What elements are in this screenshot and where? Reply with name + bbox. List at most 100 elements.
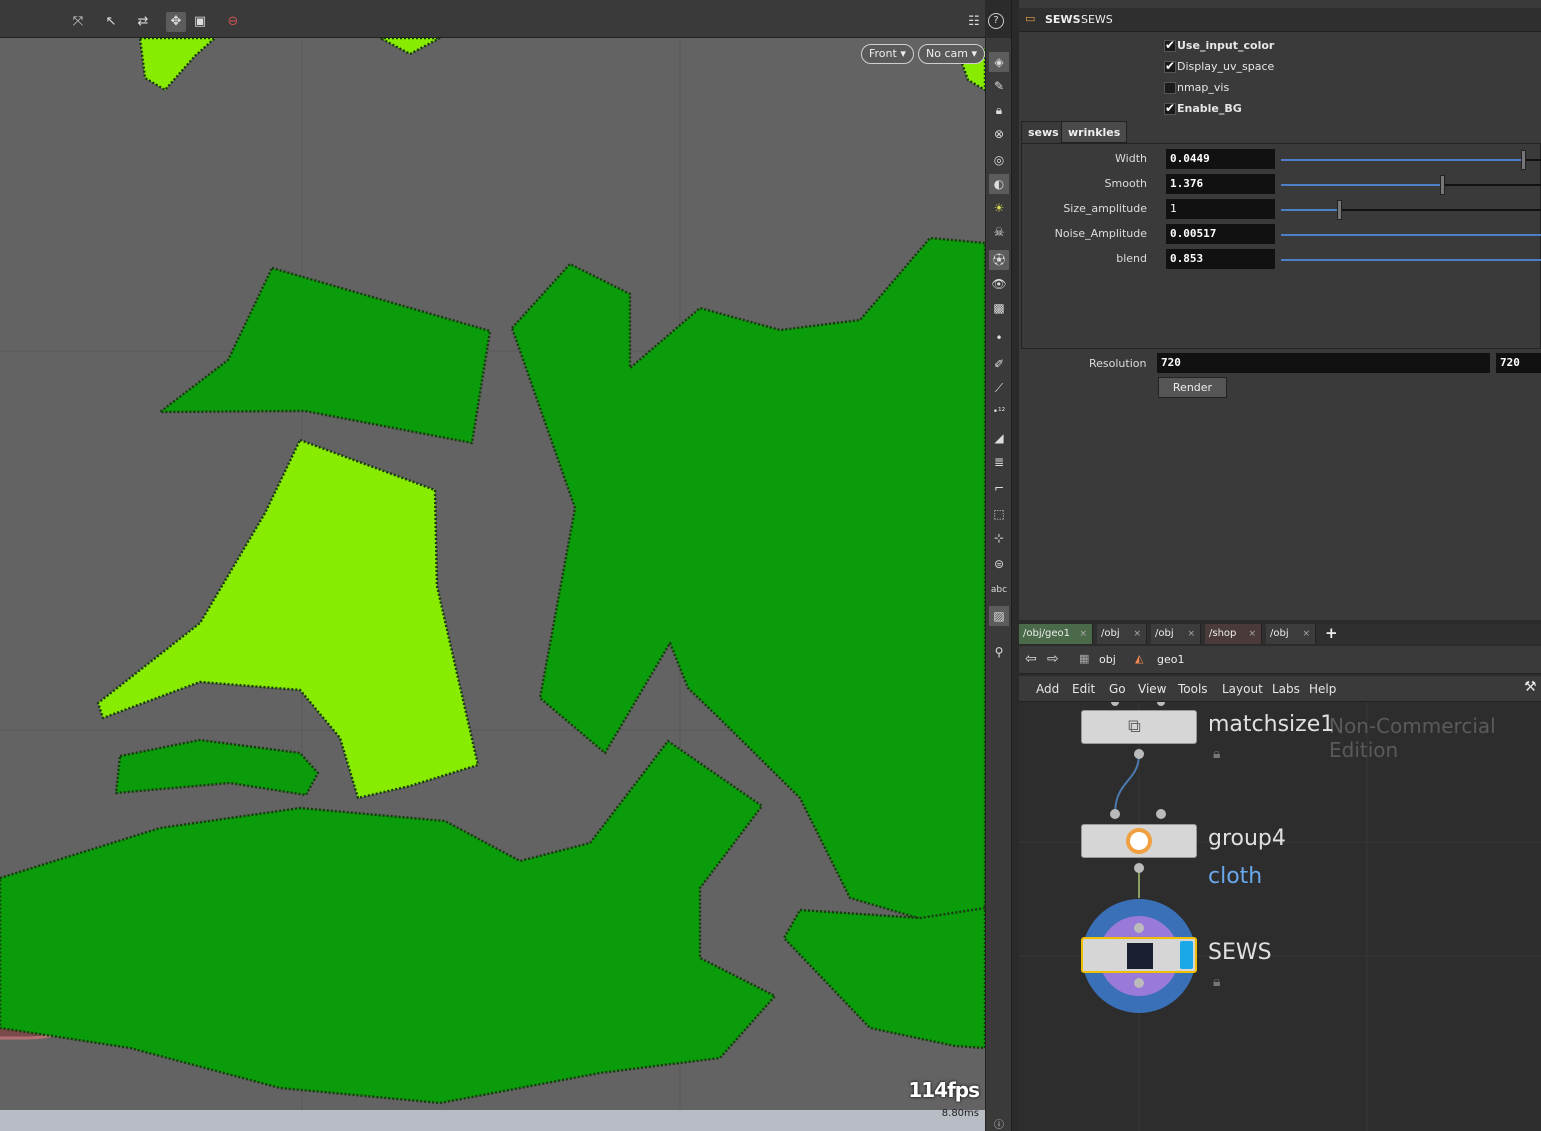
parameter-header: ▭ SEWS SEWS <box>1019 8 1541 32</box>
forward-arrow-icon[interactable]: ⇨ <box>1047 651 1059 667</box>
info-icon[interactable]: ⓘ <box>989 1116 1009 1131</box>
bbox-icon[interactable]: ⬚ <box>989 504 1009 524</box>
eraser-icon[interactable]: ◢ <box>989 428 1009 448</box>
select-pose-icon[interactable]: ⤧ <box>68 12 88 32</box>
point-icon[interactable]: • <box>989 328 1009 348</box>
handle-icon[interactable]: ⊹ <box>989 528 1009 548</box>
wireframe-icon[interactable]: ✎ <box>989 76 1009 96</box>
display-flag[interactable] <box>1180 941 1193 969</box>
menu-labs[interactable]: Labs <box>1272 682 1300 696</box>
close-tab-icon[interactable]: × <box>1302 624 1310 644</box>
camera-icon[interactable]: ▩ <box>989 298 1009 318</box>
close-tab-icon[interactable]: × <box>1248 624 1256 644</box>
node-matchsize1[interactable]: ⧉ <box>1081 710 1197 744</box>
cloth-piece-back <box>0 739 777 1105</box>
render-button[interactable]: Render <box>1158 377 1227 398</box>
display-icon[interactable]: ▣ <box>190 12 210 32</box>
blend-field[interactable]: 0.853 <box>1166 249 1275 269</box>
checkbox-nmap-vis[interactable] <box>1164 82 1176 94</box>
node-sews[interactable] <box>1081 937 1197 973</box>
viewport-status-bar: 8.80ms <box>0 1108 985 1131</box>
eye-icon[interactable]: 👁︎ <box>989 274 1009 294</box>
select-arrow-icon[interactable]: ↖ <box>101 12 121 32</box>
sphere-icon[interactable]: ◎ <box>989 150 1009 170</box>
non-commercial-watermark: Non-Commercial Edition <box>1329 714 1496 762</box>
add-tab-button[interactable]: + <box>1325 624 1338 642</box>
tab-label: /obj <box>1155 628 1174 639</box>
tab-sews[interactable]: sews <box>1021 121 1066 143</box>
tab-obj-geo1[interactable]: /obj/geo1 × <box>1019 624 1093 644</box>
close-circle-icon[interactable]: ⊗ <box>989 124 1009 144</box>
network-editor[interactable]: Non-Commercial Edition ⧉ matchsize1 🔒︎ g… <box>1019 702 1541 1131</box>
tab-obj[interactable]: /obj × <box>1151 624 1201 644</box>
checkbox-display-uv-space[interactable] <box>1164 59 1176 73</box>
stack-icon[interactable]: ≣ <box>989 452 1009 472</box>
menu-layout[interactable]: Layout <box>1222 682 1263 696</box>
size-amplitude-field[interactable]: 1 <box>1166 199 1275 219</box>
width-field[interactable]: 0.0449 <box>1166 149 1275 169</box>
pin-icon[interactable]: ⚲ <box>989 642 1009 662</box>
width-slider[interactable] <box>1281 150 1541 170</box>
menu-add[interactable]: Add <box>1036 682 1059 696</box>
tab-obj[interactable]: /obj × <box>1266 624 1316 644</box>
help-icon[interactable]: ? <box>988 13 1004 29</box>
close-tab-icon[interactable]: × <box>1133 624 1141 644</box>
menu-view[interactable]: View <box>1138 682 1166 696</box>
smooth-slider[interactable] <box>1281 175 1541 195</box>
tab-shop[interactable]: /shop × <box>1205 624 1262 644</box>
resolution-x-field[interactable]: 720 <box>1157 353 1490 373</box>
node-group4[interactable] <box>1081 824 1197 858</box>
path-geo1[interactable]: geo1 <box>1157 653 1184 666</box>
noise-amplitude-slider[interactable] <box>1281 234 1541 236</box>
ball-icon[interactable]: ⚽︎ <box>989 250 1009 270</box>
node-name-label[interactable]: SEWS <box>1081 13 1113 26</box>
checkbox-use-input-color[interactable] <box>1164 38 1176 52</box>
checkbox-label: Use_input_color <box>1177 39 1275 52</box>
menu-edit[interactable]: Edit <box>1072 682 1095 696</box>
scene-viewport[interactable]: D Front ▾ No cam ▾ 114fps <box>0 38 985 1110</box>
back-arrow-icon[interactable]: ⇦ <box>1025 651 1037 667</box>
close-tab-icon[interactable]: × <box>1187 624 1195 644</box>
display-options-icon[interactable]: ☷ <box>964 12 984 32</box>
frame-time-readout: 8.80ms <box>941 1108 979 1119</box>
cloth-piece-lower-right <box>782 906 985 1050</box>
menu-circle-icon[interactable]: ⊜ <box>989 554 1009 574</box>
lock-icon[interactable]: 🔒︎ <box>989 100 1009 120</box>
close-tab-icon[interactable]: × <box>1079 624 1087 644</box>
menu-tools[interactable]: Tools <box>1178 682 1208 696</box>
size-amplitude-slider[interactable] <box>1281 200 1541 220</box>
skull-icon[interactable]: ☠ <box>989 222 1009 242</box>
tab-label: /obj <box>1101 628 1120 639</box>
noise-amplitude-field[interactable]: 0.00517 <box>1166 224 1275 244</box>
network-grid <box>1019 702 1541 1131</box>
number-icon[interactable]: •¹² <box>989 402 1009 422</box>
tab-obj[interactable]: /obj × <box>1097 624 1147 644</box>
stop-icon[interactable]: ⊖ <box>223 12 243 32</box>
brush-icon[interactable]: ✐ <box>989 354 1009 374</box>
camera-select-menu[interactable]: No cam ▾ <box>918 44 985 64</box>
menu-help[interactable]: Help <box>1309 682 1336 696</box>
network-menu-bar: Add Edit Go View Tools Layout Labs Help … <box>1019 676 1541 702</box>
menu-go[interactable]: Go <box>1109 682 1126 696</box>
resolution-y-field[interactable]: 720 <box>1496 353 1541 373</box>
parameter-pane: ▭ SEWS SEWS Use_input_color Display_uv_s… <box>1019 0 1541 620</box>
transform-handle-icon[interactable]: ⇄ <box>133 12 153 32</box>
display-layers-icon[interactable]: ◈ <box>989 52 1009 72</box>
checkbox-enable-bg[interactable] <box>1164 101 1176 115</box>
point-light-icon[interactable]: ☀ <box>989 198 1009 218</box>
camera-view-menu[interactable]: Front ▾ <box>861 44 914 64</box>
pane-divider[interactable] <box>1011 0 1019 1131</box>
wrench-icon[interactable]: ⚒ <box>1524 679 1537 695</box>
snap-icon[interactable]: ✥ <box>166 12 186 32</box>
corner-icon[interactable]: ⌐ <box>989 478 1009 498</box>
pipette-icon[interactable]: ⟋ <box>989 378 1009 398</box>
tab-wrinkles[interactable]: wrinkles <box>1061 121 1128 143</box>
path-obj[interactable]: obj <box>1099 653 1116 666</box>
network-path-bar: ⇦ ⇨ ▦ obj ◭ geo1 <box>1019 646 1541 674</box>
light-bulb-icon[interactable]: ◐ <box>989 174 1009 194</box>
viewport-side-toolbar: ◈ ✎ 🔒︎ ⊗ ◎ ◐ ☀ ☠ ⚽︎ 👁︎ ▩ • ✐ ⟋ •¹² ◢ ≣ ⌐… <box>985 38 1011 1131</box>
image-icon[interactable]: ▨ <box>989 606 1009 626</box>
smooth-field[interactable]: 1.376 <box>1166 174 1275 194</box>
text-icon[interactable]: abc <box>989 580 1009 600</box>
blend-slider[interactable] <box>1281 259 1541 261</box>
